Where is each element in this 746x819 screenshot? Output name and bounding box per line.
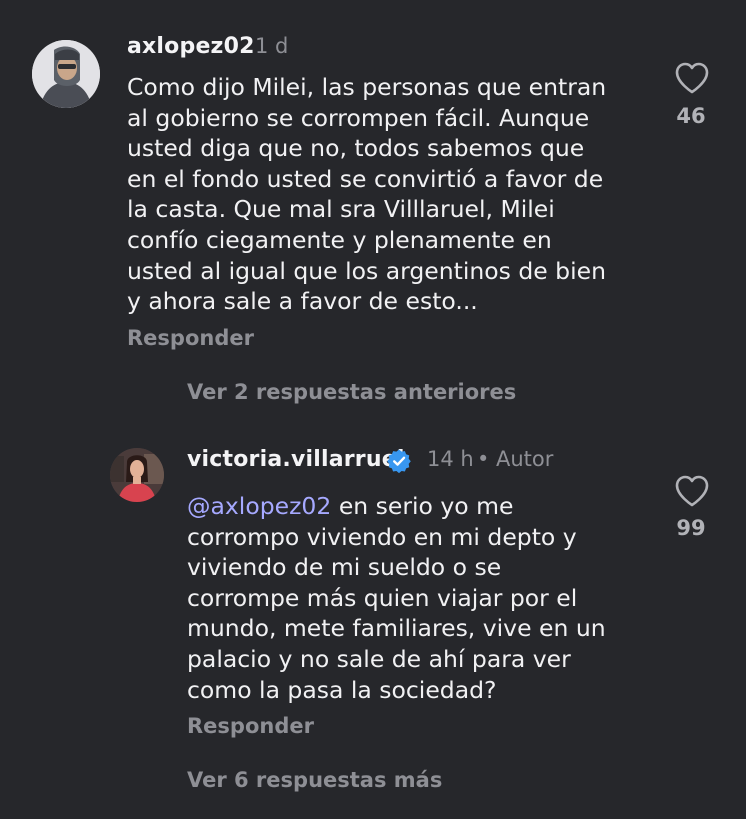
reply-button-2[interactable]: Responder [187, 714, 314, 738]
reply-button[interactable]: Responder [127, 326, 254, 350]
reply-timestamp: 14 h [427, 447, 474, 471]
verified-badge-icon [386, 448, 412, 474]
like-button-2[interactable] [672, 471, 712, 511]
like-button[interactable] [672, 58, 712, 98]
view-more-replies-link[interactable]: Ver 6 respuestas más [187, 768, 442, 792]
mention-link[interactable]: @axlopez02 [187, 492, 331, 520]
meta-separator: • [477, 447, 490, 471]
reply-text: en serio yo me corrompo viviendo en mi d… [187, 492, 606, 704]
avatar-victoria-villarruel[interactable] [110, 448, 164, 502]
reply-username[interactable]: victoria.villarruel [187, 447, 405, 472]
reply-body: @axlopez02 en serio yo me corrompo vivie… [187, 491, 657, 705]
heart-outline-icon [675, 62, 709, 94]
comment-username[interactable]: axlopez02 [127, 34, 255, 59]
heart-outline-icon [675, 475, 709, 507]
avatar-axlopez02[interactable] [32, 40, 100, 108]
author-badge: Autor [496, 447, 554, 471]
comment-body: Como dijo Milei, las personas que entran… [127, 73, 607, 316]
view-previous-replies-link[interactable]: Ver 2 respuestas anteriores [187, 380, 516, 404]
like-count-2: 99 [676, 516, 706, 540]
like-count: 46 [676, 104, 706, 128]
comment-timestamp: 1 d [255, 34, 289, 58]
